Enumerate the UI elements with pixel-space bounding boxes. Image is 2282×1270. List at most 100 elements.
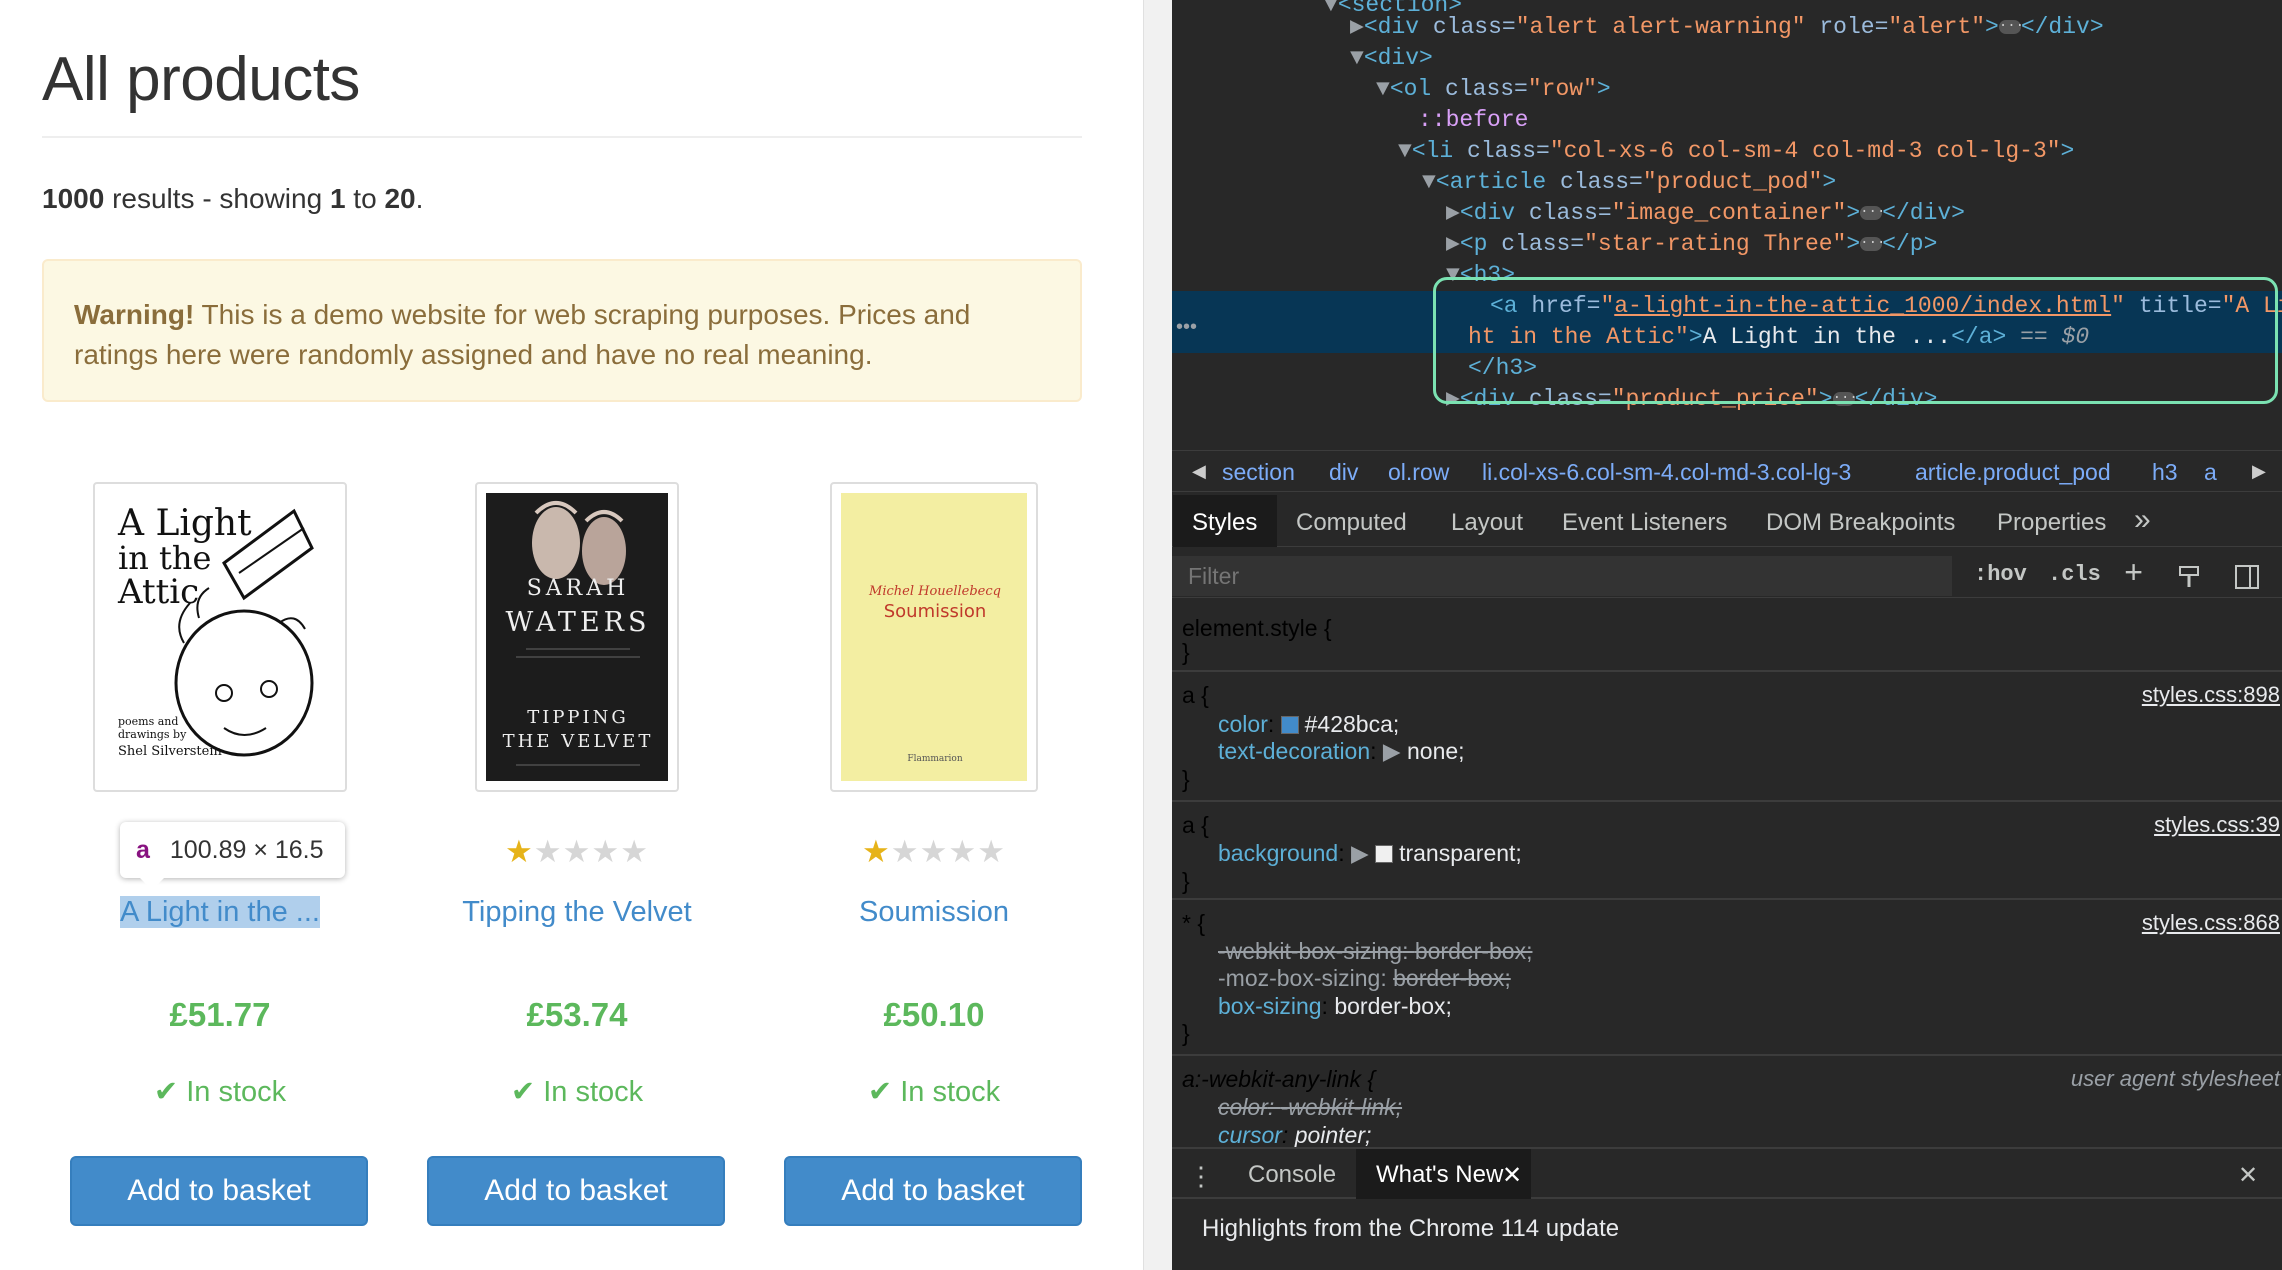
rule-user-agent: a:-webkit-any-link { user agent styleshe…: [1182, 1066, 2280, 1148]
paint-brush-icon[interactable]: [2177, 564, 2203, 590]
class-toggle[interactable]: .cls: [2048, 562, 2101, 587]
dom-node-li[interactable]: ▼<li class="col-xs-6 col-sm-4 col-md-3 c…: [1172, 136, 2282, 167]
tab-layout[interactable]: Layout: [1451, 509, 1523, 537]
styles-filter-input[interactable]: [1172, 556, 1952, 596]
dom-node-ol-row[interactable]: ▼<ol class="row">: [1172, 74, 2282, 105]
star-filled-icon: ★: [505, 834, 534, 869]
source-link[interactable]: styles.css:868: [2142, 909, 2280, 937]
source-link[interactable]: styles.css:898: [2142, 681, 2280, 709]
availability: ✔ In stock: [153, 1076, 287, 1108]
ellipsis-icon[interactable]: ···: [1998, 19, 2024, 34]
color-swatch[interactable]: [1280, 716, 1299, 734]
svg-text:Michel Houellebecq: Michel Houellebecq: [868, 584, 1001, 599]
tab-styles[interactable]: Styles: [1192, 509, 1257, 537]
chevron-right-icon[interactable]: ▶: [2252, 461, 2266, 482]
cover-illustration: SARAH WATERS TIPPING THE VELVET: [486, 493, 668, 781]
breadcrumb-item[interactable]: li.col-xs-6.col-sm-4.col-md-3.col-lg-3: [1482, 459, 1851, 486]
hover-state-toggle[interactable]: :hov: [1974, 562, 2027, 587]
expand-triangle-icon: ▶: [1350, 840, 1369, 866]
svg-text:Soumission: Soumission: [884, 601, 987, 622]
product-pod: Michel Houellebecq Soumission Flammarion…: [784, 482, 1084, 1242]
tab-event-listeners[interactable]: Event Listeners: [1562, 509, 1727, 537]
add-to-basket-button[interactable]: Add to basket: [784, 1156, 1082, 1226]
rule-universal-styles-868: * { styles.css:868 -webkit-box-sizing: b…: [1172, 901, 2282, 1056]
book-cover-tipping-the-velvet: SARAH WATERS TIPPING THE VELVET: [486, 493, 668, 781]
expand-triangle-icon[interactable]: ▶: [1446, 231, 1460, 257]
toggle-sidebar-icon[interactable]: [2234, 564, 2260, 590]
color-swatch[interactable]: [1375, 845, 1394, 863]
dom-node-article[interactable]: ▼<article class="product_pod">: [1172, 167, 2282, 198]
add-to-basket-button[interactable]: Add to basket: [427, 1156, 725, 1226]
expand-triangle-icon: ▶: [1382, 738, 1401, 764]
svg-text:Shel Silverstein: Shel Silverstein: [118, 744, 222, 759]
star-empty-icon: ★: [890, 834, 920, 869]
product-price: £50.10: [883, 996, 985, 1033]
cover-illustration: A Light in the Attic poems and drawings …: [117, 503, 314, 759]
title-divider: [42, 136, 1082, 138]
product-pod: SARAH WATERS TIPPING THE VELVET ★★★★★ Ti…: [427, 482, 727, 1242]
breadcrumb-item[interactable]: ol.row: [1388, 459, 1449, 486]
check-icon: ✔: [510, 1076, 536, 1108]
more-tabs-icon[interactable]: »: [2134, 503, 2151, 537]
drawer-menu-dots-icon[interactable]: ⋮: [1188, 1161, 1214, 1192]
tab-computed[interactable]: Computed: [1296, 509, 1407, 537]
node-actions-dots-icon[interactable]: •••: [1176, 316, 1197, 339]
star-empty-icon: ★: [562, 834, 592, 869]
svg-text:poems and: poems and: [118, 715, 178, 728]
tab-whats-new[interactable]: What's New: [1376, 1161, 1503, 1189]
dom-node-image-container[interactable]: ▶<div class="image_container">···</div>: [1172, 198, 2282, 229]
chevron-left-icon[interactable]: ◀: [1192, 461, 1206, 482]
tab-console[interactable]: Console: [1248, 1161, 1336, 1189]
collapse-triangle-icon[interactable]: ▼: [1350, 45, 1364, 71]
results-to: 20: [384, 183, 416, 214]
add-to-basket-button[interactable]: Add to basket: [70, 1156, 368, 1226]
product-thumbnail[interactable]: SARAH WATERS TIPPING THE VELVET: [475, 482, 679, 792]
collapse-triangle-icon[interactable]: ▼: [1422, 169, 1436, 195]
collapse-triangle-icon[interactable]: ▼: [1376, 76, 1390, 102]
product-thumbnail[interactable]: Michel Houellebecq Soumission Flammarion: [830, 482, 1038, 792]
expand-triangle-icon[interactable]: ▶: [1350, 14, 1364, 40]
dom-node-star-rating[interactable]: ▶<p class="star-rating Three">···</p>: [1172, 229, 2282, 260]
tab-dom-breakpoints[interactable]: DOM Breakpoints: [1766, 509, 1955, 537]
breadcrumb-item[interactable]: a: [2204, 459, 2217, 486]
star-rating: ★★★★★: [784, 834, 1084, 870]
product-title-link[interactable]: Soumission: [784, 896, 1084, 929]
breadcrumb-item[interactable]: section: [1222, 459, 1295, 486]
styles-tabbar: Styles Computed Layout Event Listeners D…: [1172, 495, 2282, 547]
results-from: 1: [329, 183, 346, 214]
close-drawer-icon[interactable]: ✕: [2238, 1161, 2258, 1190]
results-summary: 1000 results - showing 1 to 20.: [42, 183, 424, 214]
dom-node-alert-div[interactable]: ▶<div class="alert alert-warning" role="…: [1172, 12, 2282, 43]
ellipsis-icon[interactable]: ···: [1860, 205, 1885, 220]
focus-highlight-ring: [1433, 277, 2278, 404]
collapse-triangle-icon[interactable]: ▼: [1398, 138, 1412, 164]
book-cover-soumission: Michel Houellebecq Soumission Flammarion: [841, 493, 1027, 781]
add-rule-icon[interactable]: +: [2124, 556, 2143, 593]
source-link[interactable]: styles.css:39: [2154, 811, 2280, 839]
star-filled-icon: ★: [862, 834, 891, 869]
tooltip-size: 100.89 × 16.5: [169, 836, 324, 864]
product-price: £51.77: [169, 996, 271, 1033]
svg-text:SARAH: SARAH: [527, 576, 630, 601]
close-tab-icon[interactable]: ✕: [1502, 1161, 1522, 1190]
viewport-divider[interactable]: [1143, 0, 1172, 1270]
product-thumbnail[interactable]: A Light in the Attic poems and drawings …: [93, 482, 347, 792]
dom-node-div[interactable]: ▼<div>: [1172, 43, 2282, 74]
product-title-link[interactable]: Tipping the Velvet: [427, 896, 727, 929]
product-title-link[interactable]: A Light in the ...: [70, 896, 370, 929]
breadcrumb-item[interactable]: h3: [2152, 459, 2178, 486]
svg-text:TIPPING: TIPPING: [527, 707, 629, 728]
check-icon: ✔: [867, 1076, 893, 1108]
user-agent-label: user agent stylesheet: [2070, 1066, 2280, 1091]
expand-triangle-icon[interactable]: ▶: [1446, 200, 1460, 226]
breadcrumb-item[interactable]: article.product_pod: [1915, 459, 2111, 486]
breadcrumb-item[interactable]: div: [1329, 459, 1358, 486]
ellipsis-icon[interactable]: ···: [1860, 236, 1885, 251]
tab-properties[interactable]: Properties: [1997, 509, 2106, 537]
page-title: All products: [42, 45, 360, 114]
warning-alert: Warning! This is a demo website for web …: [42, 259, 1082, 402]
dom-breadcrumb: ◀ section div ol.row li.col-xs-6.col-sm-…: [1172, 450, 2282, 492]
rule-a-styles-898: a { styles.css:898 color: #428bca; text-…: [1172, 673, 2282, 802]
dom-node-pseudo-before[interactable]: ::before: [1172, 105, 2282, 136]
book-cover-a-light-in-the-attic: A Light in the Attic poems and drawings …: [104, 493, 336, 781]
